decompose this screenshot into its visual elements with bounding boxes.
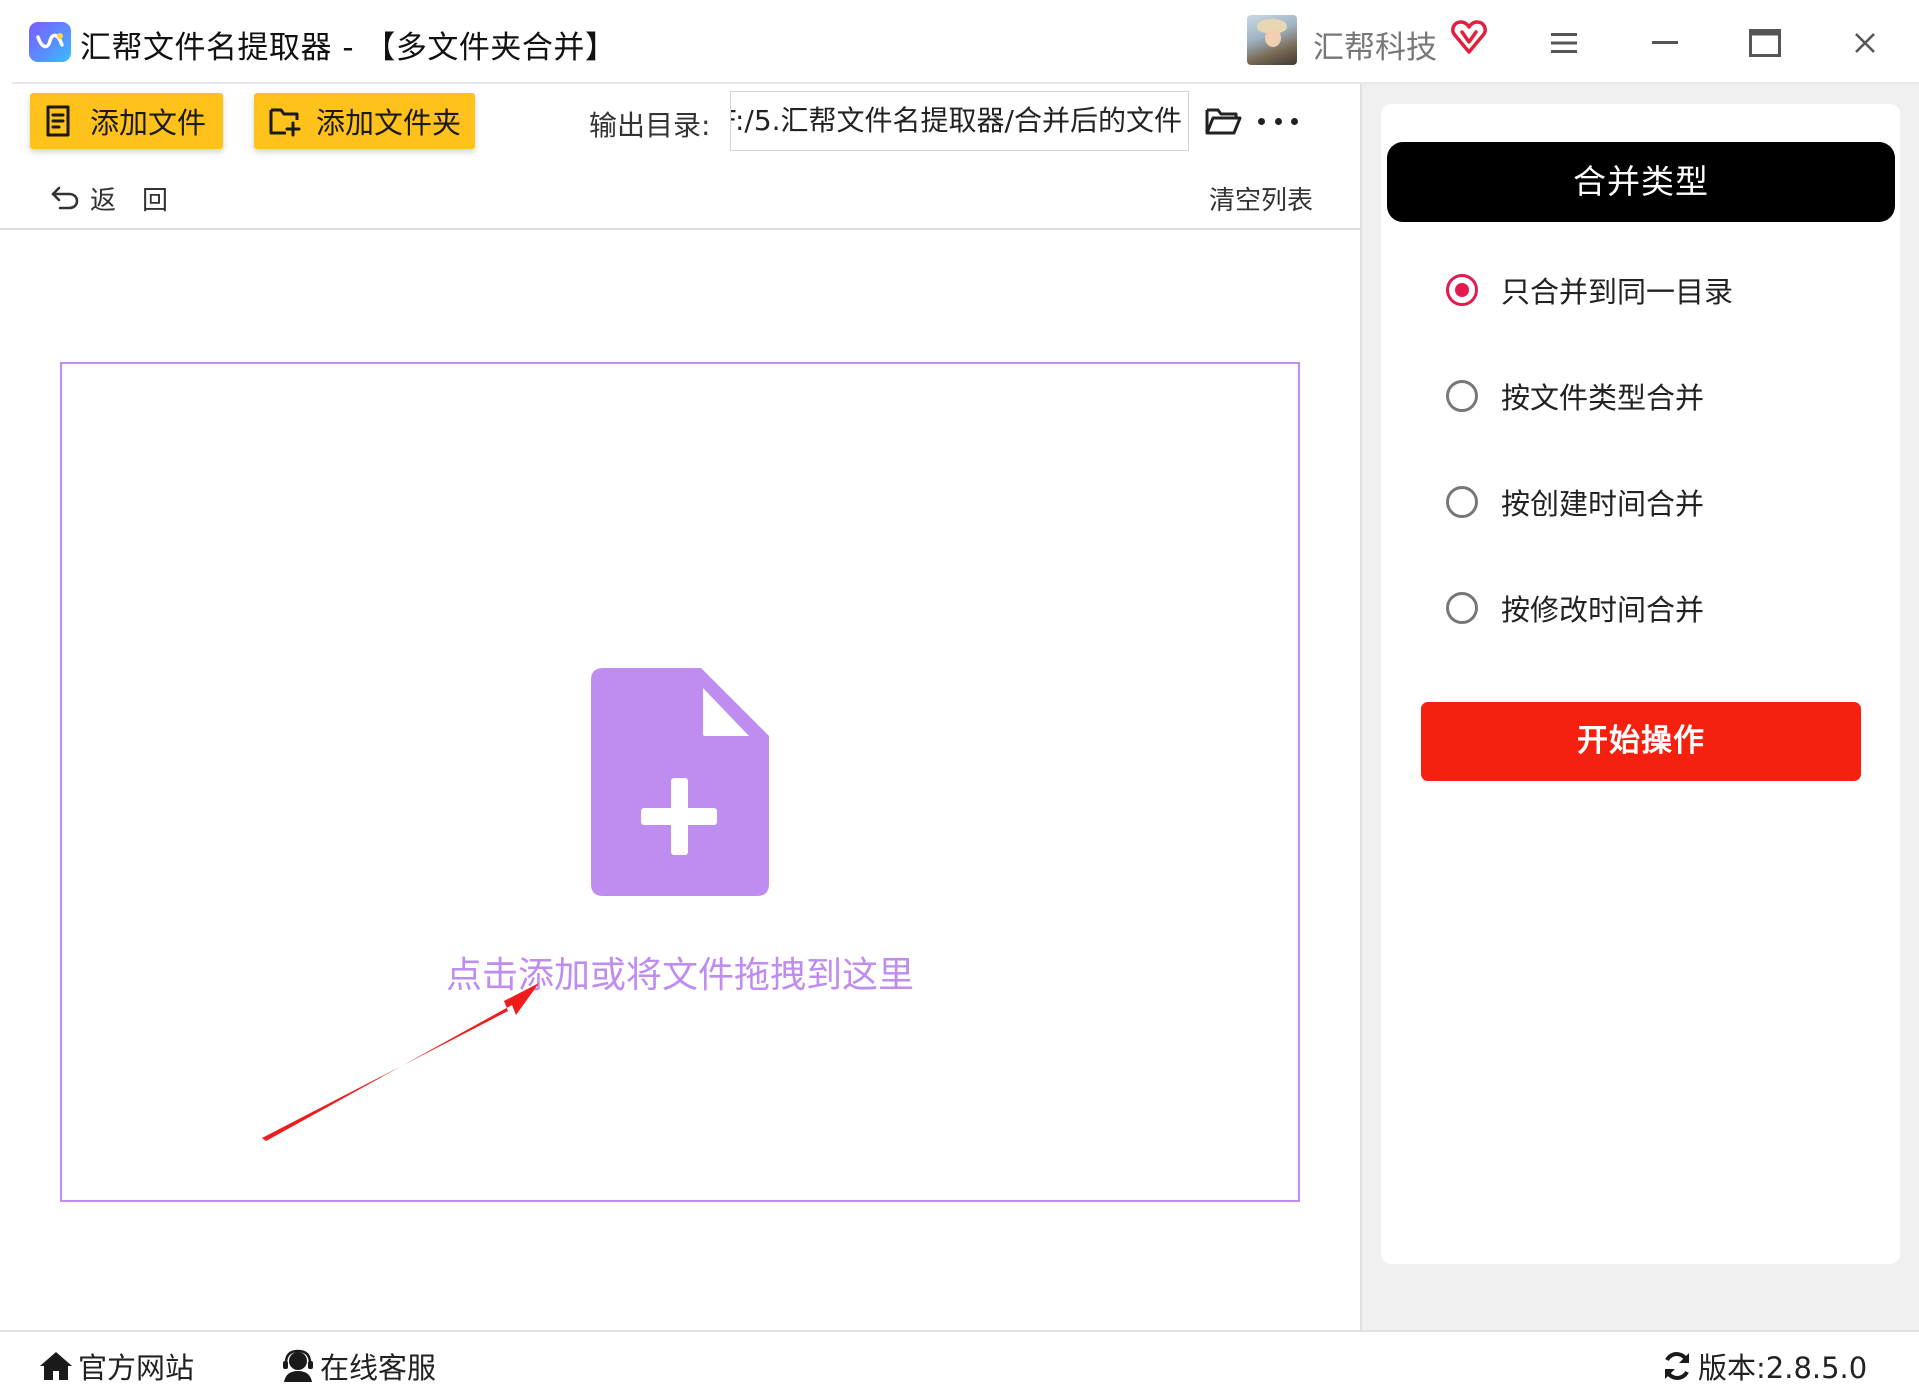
more-options-icon[interactable] bbox=[1258, 106, 1298, 136]
annotation-arrow bbox=[262, 983, 539, 1141]
close-icon[interactable] bbox=[1840, 18, 1890, 68]
radio-button[interactable] bbox=[1446, 380, 1478, 412]
back-label: 返回 bbox=[90, 185, 195, 216]
title-bar: 汇帮文件名提取器 - 【多文件夹合并】 汇帮科技 bbox=[0, 0, 1919, 82]
headset-icon bbox=[283, 1349, 313, 1382]
window-title: 汇帮文件名提取器 - 【多文件夹合并】 bbox=[80, 30, 617, 66]
back-arrow-icon bbox=[51, 186, 79, 210]
output-dir-value: F:/5.汇帮文件名提取器/合并后的文件 bbox=[730, 104, 1182, 137]
output-dir-label: 输出目录: bbox=[589, 109, 711, 142]
add-file-label: 添加文件 bbox=[90, 106, 207, 140]
version-text: 版本:2.8.5.0 bbox=[1698, 1351, 1868, 1385]
toolbar-divider bbox=[0, 228, 1360, 230]
folder-add-icon bbox=[269, 108, 301, 137]
website-label: 官方网站 bbox=[78, 1351, 195, 1385]
radio-merge-by-modified[interactable]: 按修改时间合并 bbox=[1446, 586, 1704, 630]
refresh-icon bbox=[1665, 1352, 1689, 1380]
start-button[interactable]: 开始操作 bbox=[1421, 702, 1861, 781]
user-name[interactable]: 汇帮科技 bbox=[1313, 22, 1437, 67]
add-file-button[interactable]: 添加文件 bbox=[30, 93, 223, 149]
radio-button[interactable] bbox=[1446, 592, 1478, 624]
user-avatar[interactable] bbox=[1247, 15, 1297, 65]
file-add-icon[interactable] bbox=[591, 668, 769, 896]
merge-type-header: 合并类型 bbox=[1387, 142, 1895, 222]
maximize-icon[interactable] bbox=[1740, 18, 1790, 68]
output-dir-field[interactable]: F:/5.汇帮文件名提取器/合并后的文件 bbox=[730, 91, 1189, 151]
version-info: 版本:2.8.5.0 bbox=[1660, 1346, 1867, 1386]
add-folder-button[interactable]: 添加文件夹 bbox=[254, 93, 475, 149]
folder-open-icon[interactable] bbox=[1204, 104, 1242, 138]
drop-hint-text: 点击添加或将文件拖拽到这里 bbox=[445, 955, 914, 996]
radio-merge-by-type[interactable]: 按文件类型合并 bbox=[1446, 374, 1704, 418]
file-list-icon bbox=[46, 105, 70, 137]
support-label: 在线客服 bbox=[320, 1351, 437, 1385]
online-support-link[interactable]: 在线客服 bbox=[280, 1346, 436, 1386]
add-folder-label: 添加文件夹 bbox=[316, 106, 462, 140]
radio-button[interactable] bbox=[1446, 486, 1478, 518]
radio-label: 按文件类型合并 bbox=[1501, 381, 1705, 415]
home-icon bbox=[40, 1352, 72, 1380]
clear-list-button[interactable]: 清空列表 bbox=[1209, 180, 1313, 217]
radio-label: 按修改时间合并 bbox=[1501, 593, 1705, 627]
radio-button[interactable] bbox=[1446, 274, 1478, 306]
back-button[interactable]: 返回 bbox=[50, 180, 194, 216]
minimize-icon[interactable] bbox=[1640, 18, 1690, 68]
radio-merge-by-created[interactable]: 按创建时间合并 bbox=[1446, 480, 1704, 524]
radio-label: 只合并到同一目录 bbox=[1501, 275, 1734, 309]
menu-icon[interactable] bbox=[1539, 18, 1589, 68]
radio-merge-same-dir[interactable]: 只合并到同一目录 bbox=[1446, 268, 1733, 312]
vip-heart-icon[interactable] bbox=[1450, 18, 1488, 56]
app-logo-icon bbox=[29, 22, 71, 62]
radio-label: 按创建时间合并 bbox=[1501, 487, 1705, 521]
official-website-link[interactable]: 官方网站 bbox=[38, 1346, 194, 1386]
